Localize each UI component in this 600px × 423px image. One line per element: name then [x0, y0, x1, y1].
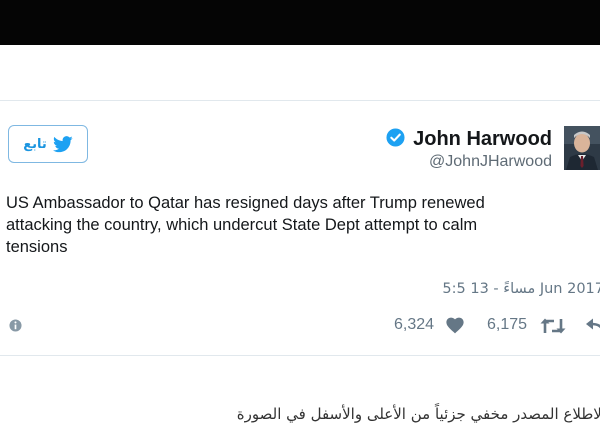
reply-icon[interactable] [585, 317, 600, 335]
heart-icon[interactable] [446, 317, 464, 334]
tweet-text-line: tensions [6, 238, 68, 256]
top-black-bar [0, 0, 600, 45]
avatar[interactable] [564, 126, 600, 170]
follow-label: تابع [23, 136, 47, 152]
like-count: 6,324 [394, 316, 435, 333]
article-text-cutoff: الاطلاع المصدر مخفي جزئياً من الأعلى وال… [236, 405, 600, 423]
retweet-count: 6,175 [487, 316, 528, 333]
tweet-timestamp[interactable]: 5:5 مساءً - 13 Jun 2017 [442, 281, 600, 297]
author-name[interactable]: John Harwood [413, 128, 552, 151]
verified-badge-icon [386, 128, 405, 147]
tweet-text-line: US Ambassador to Qatar has resigned days… [6, 194, 485, 212]
info-icon[interactable] [9, 319, 22, 332]
twitter-bird-icon [52, 135, 73, 153]
tweet-text-line: attacking the country, which undercut St… [6, 216, 478, 234]
retweet-icon[interactable] [540, 317, 566, 335]
tweet-text: US Ambassador to Qatar has resigned days… [6, 192, 600, 258]
author-handle[interactable]: @JohnJHarwood [429, 153, 552, 171]
follow-button[interactable]: تابع [8, 125, 88, 163]
